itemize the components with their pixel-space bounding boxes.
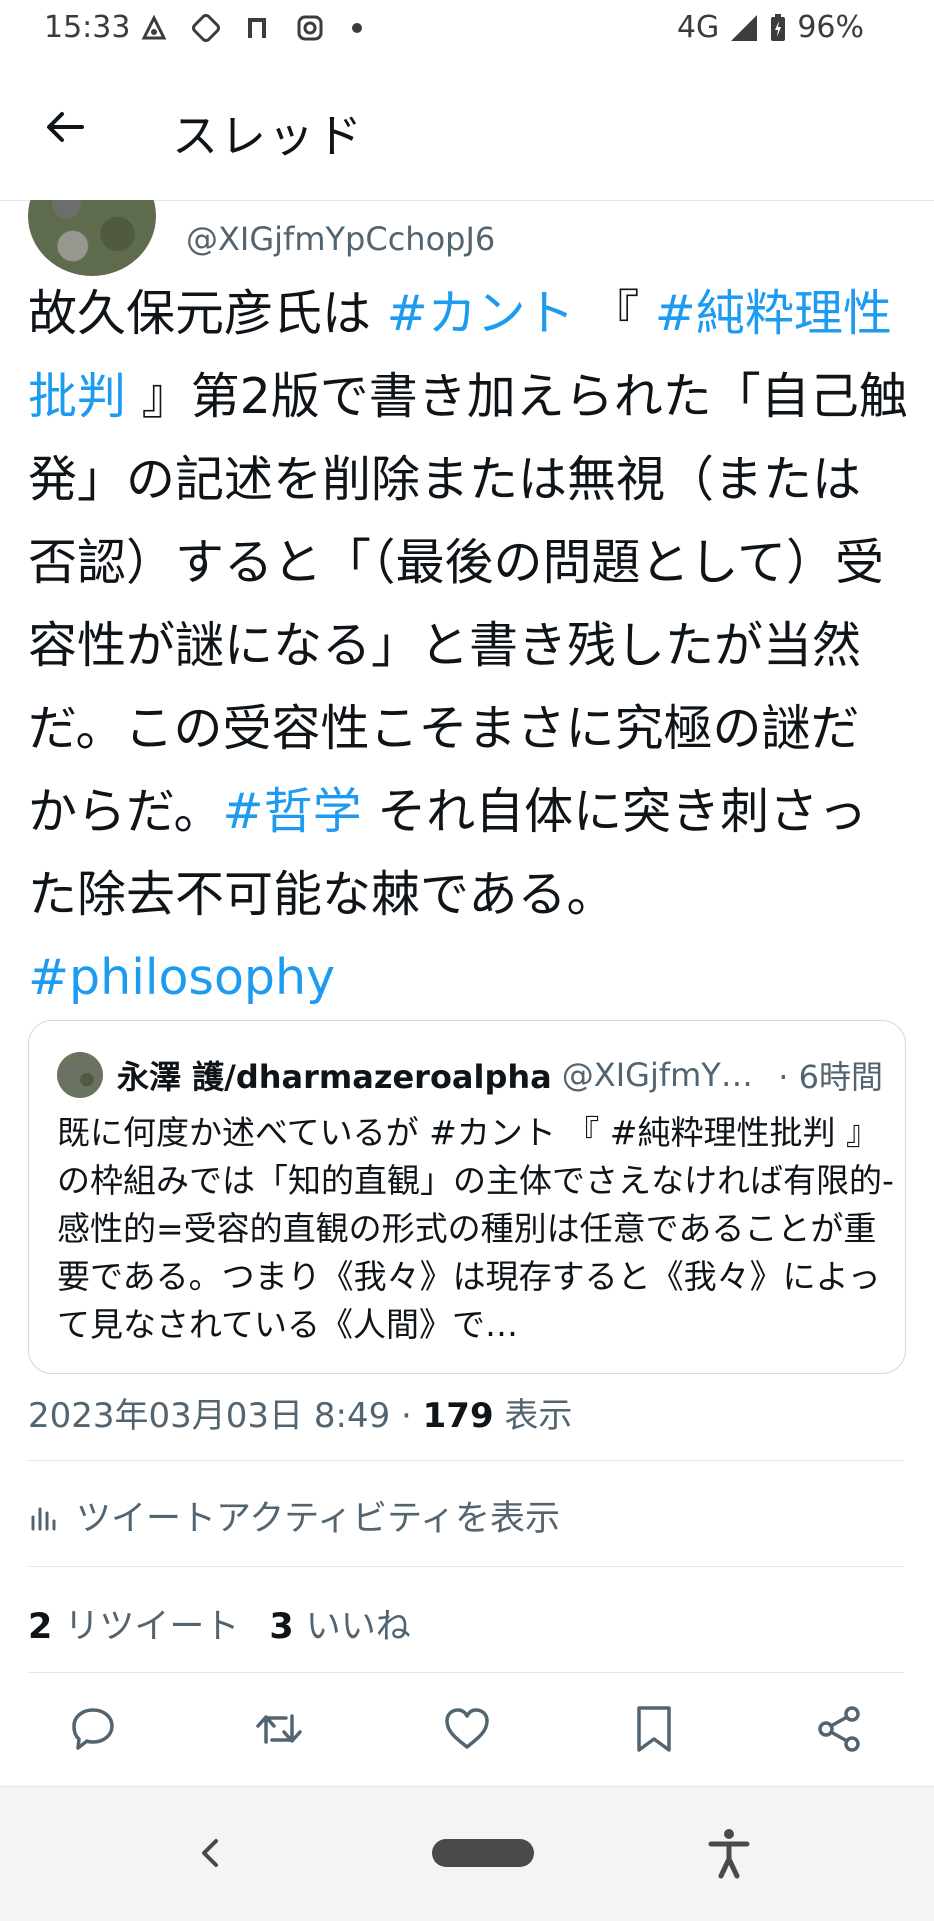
- like-button[interactable]: [440, 1702, 494, 1756]
- views-count: 179: [422, 1396, 494, 1436]
- n-app-icon: [248, 18, 266, 38]
- tweet-activity-link[interactable]: ツイートアクティビティを表示: [28, 1490, 560, 1541]
- bookmark-button[interactable]: [627, 1702, 681, 1756]
- quoted-author-handle: @XIGjfmYp...: [561, 1056, 767, 1094]
- reply-button[interactable]: [66, 1702, 120, 1756]
- tweet-author: @XIGjfmYpCchopJ6: [0, 200, 934, 280]
- thread-header: スレッド: [0, 58, 934, 201]
- quoted-tweet-text: 既に何度か述べているが #カント 『 #純粋理性批判 』の枠組みでは「知的直観」…: [57, 1113, 894, 1344]
- accessibility-icon[interactable]: [706, 1827, 752, 1879]
- nav-home-pill[interactable]: [432, 1839, 534, 1867]
- activity-label: ツイートアクティビティを表示: [76, 1499, 561, 1539]
- quoted-tweet-card[interactable]: 永澤 護/dharmazeroalpha @XIGjfmYp... · 6時間 …: [28, 1020, 906, 1374]
- signal-icon: [731, 14, 758, 41]
- retweets-stat[interactable]: 2 リツイート: [28, 1598, 239, 1649]
- heart-icon: [445, 1708, 489, 1749]
- tweet-action-bar: [0, 1672, 934, 1784]
- tweet-meta: 2023年03月03日 8:49 · 179 表示: [28, 1388, 572, 1437]
- battery-icon: [771, 13, 786, 41]
- author-handle[interactable]: @XIGjfmYpCchopJ6: [186, 220, 495, 258]
- nav-back-icon[interactable]: [190, 1833, 230, 1873]
- status-right: 4G 96%: [677, 10, 864, 45]
- system-nav-bar: [0, 1786, 934, 1921]
- avatar[interactable]: [28, 200, 156, 276]
- retweet-button[interactable]: [252, 1702, 306, 1756]
- back-arrow-icon[interactable]: [42, 104, 88, 150]
- divider: [28, 1566, 904, 1567]
- divider: [28, 1460, 904, 1461]
- tweet-text-segment: 『: [574, 285, 655, 342]
- tweet-datetime[interactable]: 2023年03月03日 8:49 ·: [28, 1396, 423, 1436]
- notification-icons: [138, 12, 362, 44]
- share-icon: [818, 1706, 860, 1752]
- reply-icon: [72, 1708, 114, 1750]
- analytics-icon: [31, 1507, 56, 1530]
- status-time: 15:33: [44, 10, 131, 45]
- engagement-stats: 2 リツイート 3 いいね: [28, 1598, 411, 1649]
- retweets-count: 2: [28, 1607, 53, 1647]
- hashtag-link[interactable]: #哲学: [223, 783, 362, 840]
- instagram-icon: [297, 15, 323, 41]
- pixel-bird-icon: [141, 14, 167, 40]
- status-bar: 15:33 4G 96%: [0, 0, 934, 58]
- quoted-tweet-header: 永澤 護/dharmazeroalpha @XIGjfmYp... · 6時間: [57, 1051, 883, 1099]
- likes-count: 3: [269, 1607, 294, 1647]
- likes-stat[interactable]: 3 いいね: [269, 1598, 410, 1649]
- share-button[interactable]: [812, 1702, 866, 1756]
- tweet-text-segment: 故久保元彦氏は: [28, 285, 387, 342]
- pixel-bird-icon: [192, 14, 220, 42]
- battery-level: 96%: [797, 10, 864, 45]
- hashtag-link[interactable]: #カント: [387, 285, 575, 342]
- tweet-text-segment: 』第2版で書き加えられた「自己触発」の記述を削除または無視（または否認）すると「…: [28, 368, 908, 840]
- quoted-timestamp: · 6時間: [778, 1058, 883, 1096]
- hashtag-link[interactable]: #philosophy: [28, 949, 335, 1006]
- network-type: 4G: [676, 10, 720, 45]
- bookmark-icon: [637, 1706, 671, 1752]
- views-label: 表示: [493, 1396, 573, 1436]
- quoted-author-name: 永澤 護/dharmazeroalpha: [117, 1058, 552, 1096]
- retweet-icon: [256, 1714, 302, 1744]
- tweet-text: 故久保元彦氏は #カント 『 #純粋理性批判 』第2版で書き加えられた「自己触発…: [28, 272, 908, 1019]
- retweets-label: リツイート: [64, 1607, 240, 1647]
- more-notifications-dot: [352, 23, 362, 33]
- quoted-avatar: [57, 1052, 103, 1098]
- page-title: スレッド: [172, 109, 364, 163]
- likes-label: いいね: [305, 1607, 411, 1647]
